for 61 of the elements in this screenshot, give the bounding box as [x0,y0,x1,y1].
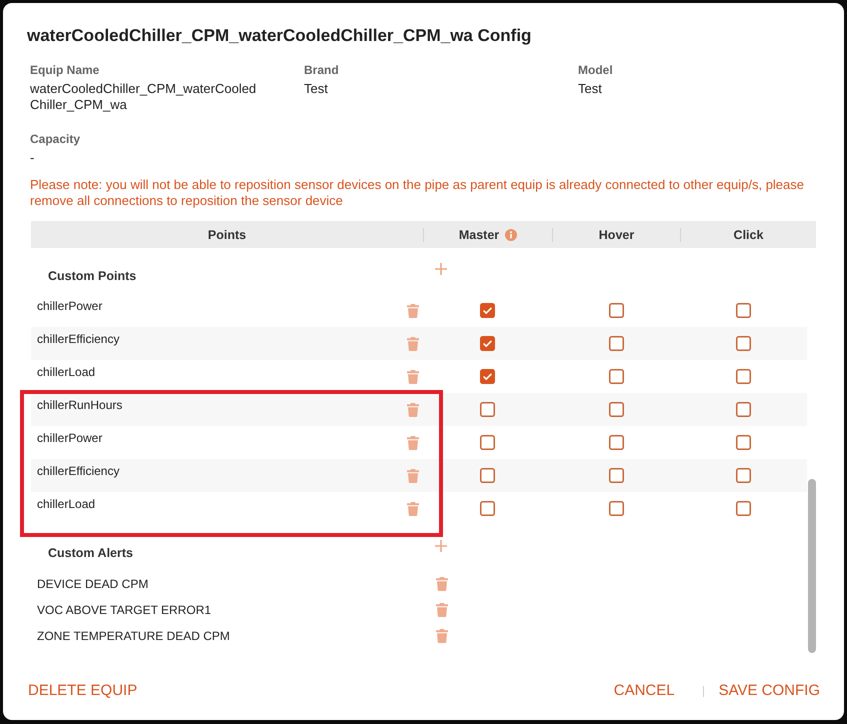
checkbox[interactable] [736,468,751,483]
field-label: Capacity [30,131,82,147]
dialog-title: waterCooledChiller_CPM_waterCooledChiller_CPM_wa Config [27,25,532,47]
checkbox[interactable] [480,501,495,516]
checkbox[interactable] [480,303,495,318]
trash-icon[interactable] [407,304,419,318]
trash-icon[interactable] [436,629,448,643]
checkbox[interactable] [480,468,495,483]
checkbox[interactable] [736,303,751,318]
point-name: chillerEfficiency [36,463,120,479]
field-label: Model [578,62,614,78]
checkbox[interactable] [480,402,495,417]
checkbox[interactable] [736,435,751,450]
alert-name: ZONE TEMPERATURE DEAD CPM [36,628,230,644]
checkbox[interactable] [608,501,624,516]
point-name: chillerEfficiency [36,331,120,347]
delete-equip-button[interactable]: DELETE EQUIP [28,682,138,700]
checkbox[interactable] [608,435,624,450]
cancel-button[interactable]: CANCEL [614,682,675,700]
checkbox[interactable] [608,369,624,384]
checkbox[interactable] [608,402,624,417]
section-title: Custom Points [47,268,136,285]
checkbox[interactable] [736,402,751,417]
checkbox[interactable] [736,369,751,384]
alert-name: VOC ABOVE TARGET ERROR1 [36,602,212,618]
column-header: Click [734,226,764,242]
warning-note: Please note: you will not be able to reposition sensor devices on the pipe as parent equip is already connected to other equip/s, please remove all connections to reposition the sensor device [30,177,806,209]
checkbox[interactable] [480,336,495,351]
checkbox[interactable] [608,336,624,351]
trash-icon[interactable] [407,370,419,384]
checkbox[interactable] [608,303,624,318]
column-header: Points [208,226,246,242]
checkbox[interactable] [480,369,495,384]
field-label: Brand [304,62,340,78]
point-name: chillerLoad [36,496,96,512]
section-title: Custom Alerts [47,545,133,562]
info-icon[interactable] [505,228,518,240]
trash-icon[interactable] [407,502,419,516]
column-header: Master [458,226,500,242]
trash-icon[interactable] [436,603,448,617]
scrollbar-thumb[interactable] [808,479,816,653]
point-name: chillerRunHours [36,397,122,413]
plus-icon[interactable] [435,263,447,275]
checkbox[interactable] [608,468,624,483]
save-config-button[interactable]: SAVE CONFIG [718,682,820,700]
plus-icon[interactable] [435,540,447,552]
point-name: chillerPower [36,430,102,446]
field-value: waterCooledChiller_CPM_waterCooledChiller_CPM_wa [30,81,258,113]
field-value: Test [304,81,329,97]
column-header: Hover [598,226,634,242]
field-label: Equip Name [30,62,100,78]
checkbox[interactable] [736,501,751,516]
trash-icon[interactable] [436,577,448,591]
field-value: Test [578,81,603,97]
checkbox[interactable] [736,336,751,351]
alert-name: DEVICE DEAD CPM [36,576,148,592]
trash-icon[interactable] [407,436,419,450]
checkbox[interactable] [480,435,495,450]
field-value: - [30,150,36,166]
point-name: chillerPower [36,298,102,314]
point-name: chillerLoad [36,364,96,380]
